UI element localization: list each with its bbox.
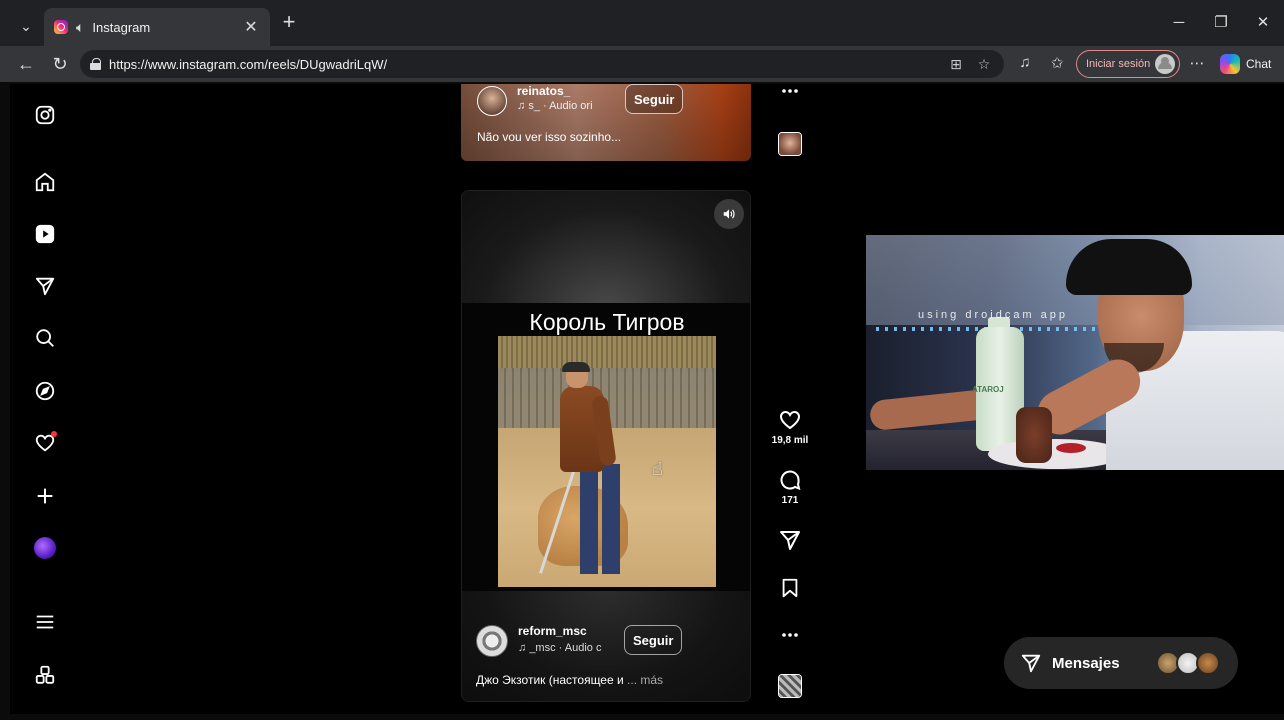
video-caption-overlay: Король Тигров <box>529 309 685 335</box>
reel-video[interactable]: Король Тигров <box>462 303 750 591</box>
comment-count: 171 <box>781 495 799 506</box>
man-cap <box>562 362 590 372</box>
reels-icon[interactable] <box>32 221 58 247</box>
previous-reel-username[interactable]: reinatos_ <box>517 84 570 98</box>
like-button[interactable]: 19,8 mil <box>770 408 810 446</box>
current-reel-avatar[interactable] <box>476 625 508 657</box>
address-url[interactable]: https://www.instagram.com/reels/DUgwadri… <box>109 57 938 72</box>
direct-messages-icon[interactable] <box>32 273 58 299</box>
instagram-logo-icon[interactable] <box>32 102 58 128</box>
reel-top-blur <box>462 191 750 311</box>
message-avatar <box>1196 651 1220 675</box>
reload-icon[interactable]: ↻ <box>48 52 72 76</box>
back-arrow-icon[interactable]: ← <box>14 52 38 76</box>
current-reel-more-icon[interactable] <box>770 632 810 638</box>
favorites-icon[interactable]: ✩ <box>1046 54 1068 74</box>
current-reel-audio-text: _msc · Audio c <box>529 642 602 654</box>
media-control-icon[interactable]: ♫ <box>1014 54 1036 74</box>
current-reel[interactable]: Король Тигров reform_msc ♫ _msc · Audio … <box>461 190 751 702</box>
browser-tab-instagram[interactable]: 🔈︎ Instagram ✕ <box>44 8 270 46</box>
messages-button[interactable]: Mensajes <box>1004 637 1238 689</box>
webcam-plate <box>988 439 1124 469</box>
audio-thumbnail <box>778 132 802 156</box>
webcam-bottle-label: ATAROJ <box>972 385 1004 394</box>
address-bar[interactable]: https://www.instagram.com/reels/DUgwadri… <box>80 50 1004 78</box>
caption-more-link[interactable]: ... más <box>627 673 663 687</box>
tab-close-icon[interactable]: ✕ <box>242 17 260 37</box>
lock-icon[interactable] <box>90 58 101 70</box>
signin-label: Iniciar sesión <box>1086 58 1151 70</box>
browser-tab-bar: ⌄ 🔈︎ Instagram ✕ + ─ ❐ ✕ <box>0 0 1284 46</box>
tab-list-chevron-icon[interactable]: ⌄ <box>12 12 40 40</box>
direct-messages-icon <box>1021 654 1041 673</box>
window-close-icon[interactable]: ✕ <box>1252 12 1274 34</box>
window-minimize-icon[interactable]: ─ <box>1168 12 1190 34</box>
webcam-left-arm <box>868 388 992 432</box>
window-restore-icon[interactable]: ❐ <box>1210 12 1232 34</box>
share-paper-plane-icon <box>780 531 800 550</box>
current-reel-audio-thumb[interactable] <box>770 674 810 698</box>
profile-picture <box>34 537 56 559</box>
bookmark-icon <box>782 578 798 598</box>
search-icon[interactable] <box>32 325 58 351</box>
previous-reel-audio-thumb[interactable] <box>770 132 810 156</box>
message-avatars <box>1156 651 1220 675</box>
save-button[interactable] <box>770 577 810 599</box>
create-plus-icon[interactable] <box>32 483 58 509</box>
mouse-pointer-icon: ☝︎ <box>652 459 663 479</box>
browser-toolbar: ← ↻ https://www.instagram.com/reels/DUgw… <box>0 46 1284 82</box>
previous-reel-audio[interactable]: ♫ s_ · Audio ori <box>517 100 593 112</box>
instagram-favicon-icon <box>54 20 68 34</box>
webcam-food-skewer <box>1016 407 1052 463</box>
previous-reel[interactable]: reinatos_ ♫ s_ · Audio ori Seguir Não vo… <box>461 84 751 161</box>
share-button[interactable] <box>770 528 810 552</box>
previous-reel-follow-button[interactable]: Seguir <box>625 84 684 114</box>
tab-title: Instagram <box>92 19 151 35</box>
new-tab-plus-icon[interactable]: + <box>278 11 300 34</box>
comment-bubble-icon <box>780 470 801 491</box>
previous-reel-more-icon[interactable] <box>770 88 810 94</box>
instagram-sidebar <box>10 84 80 714</box>
background-grass <box>498 336 716 372</box>
copilot-chat-button[interactable]: Chat <box>1220 50 1280 78</box>
webcam-watermark: using droidcam app <box>918 309 1069 321</box>
previous-reel-avatar[interactable] <box>477 86 507 116</box>
heart-icon <box>779 410 801 430</box>
app-available-icon[interactable]: ⊞ <box>946 56 966 73</box>
audio-thumbnail <box>778 674 802 698</box>
chat-label: Chat <box>1246 57 1272 71</box>
tab-audio-playing-icon[interactable]: 🔈︎ <box>76 19 84 36</box>
webcam-sauce <box>1056 443 1086 453</box>
comment-button[interactable]: 171 <box>770 468 810 506</box>
audio-thumbnail-image <box>779 133 801 155</box>
current-reel-audio[interactable]: ♫ _msc · Audio c <box>518 642 601 654</box>
signin-button[interactable]: Iniciar sesión <box>1076 50 1180 78</box>
copilot-icon <box>1220 54 1240 74</box>
messages-label: Mensajes <box>1052 654 1120 672</box>
speaker-icon <box>723 209 735 219</box>
previous-reel-audio-text: s_ · Audio ori <box>528 100 593 112</box>
more-options-icon[interactable]: ⋯ <box>1186 54 1208 74</box>
video-frame-image <box>498 336 716 587</box>
also-from-meta-icon[interactable] <box>32 662 58 688</box>
explore-compass-icon[interactable] <box>32 378 58 404</box>
previous-reel-caption[interactable]: Não vou ver isso sozinho... <box>477 130 621 144</box>
man-legs <box>580 464 620 574</box>
home-icon[interactable] <box>32 169 58 195</box>
current-reel-caption-text: Джо Экзотик (настоящее и <box>476 673 624 687</box>
notifications-heart-icon[interactable] <box>32 430 58 456</box>
profile-avatar-icon <box>1155 54 1175 74</box>
like-count: 19,8 mil <box>771 435 809 446</box>
current-reel-follow-button[interactable]: Seguir <box>624 625 683 655</box>
audio-toggle-button[interactable] <box>714 199 744 229</box>
profile-avatar[interactable] <box>32 535 58 561</box>
audio-thumbnail-image <box>779 675 801 697</box>
notification-dot <box>51 431 57 437</box>
current-reel-username[interactable]: reform_msc <box>518 624 587 638</box>
current-reel-caption[interactable]: Джо Экзотик (настоящее и ... más <box>476 673 663 687</box>
more-menu-hamburger-icon[interactable] <box>32 609 58 635</box>
webcam-overlay: ATAROJ using droidcam app <box>866 235 1284 470</box>
favorite-star-icon[interactable]: ☆ <box>974 56 994 73</box>
webcam-beanie <box>1066 239 1192 295</box>
